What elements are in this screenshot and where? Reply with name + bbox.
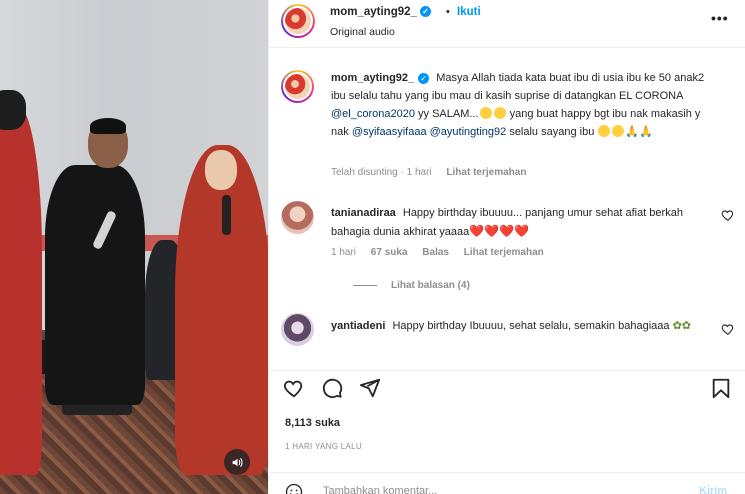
comment-icon[interactable]: [321, 377, 343, 399]
bookmark-icon[interactable]: [710, 377, 732, 399]
share-icon[interactable]: [359, 377, 381, 399]
author-username[interactable]: mom_ayting92_: [330, 6, 417, 18]
audio-link[interactable]: Original audio: [330, 26, 395, 38]
video-person-left: [0, 105, 42, 475]
comment-input[interactable]: Tambahkan komentar...: [323, 485, 437, 494]
caption-meta: Telah disunting · 1 hari Lihat terjemaha…: [331, 167, 538, 178]
more-icon[interactable]: •••: [711, 10, 729, 26]
pray-emoji-icon: 🙏: [639, 126, 653, 138]
view-replies-button[interactable]: Lihat balasan (4): [353, 280, 470, 291]
emoji-icon[interactable]: [285, 483, 303, 494]
hug-emoji-icon: [612, 125, 625, 137]
instagram-post-view: mom_ayting92_ ✓ • Ikuti Original audio ••…: [0, 0, 745, 494]
comment-meta: 1 hari 67 suka Balas Lihat terjemahan: [331, 247, 556, 258]
pray-emoji-icon: 🙏: [625, 126, 640, 138]
audio-toggle-button[interactable]: [224, 449, 250, 475]
comment-avatar[interactable]: [281, 201, 314, 234]
comment-username[interactable]: yantiadeni: [331, 320, 385, 332]
video-person-center-hair: [90, 118, 126, 134]
video-person-center: [45, 165, 145, 405]
smile-emoji-icon: [479, 107, 492, 119]
comment-likes[interactable]: 67 suka: [371, 247, 408, 258]
comment-translate-link[interactable]: Lihat terjemahan: [464, 247, 544, 258]
author-username-row[interactable]: mom_ayting92_ ✓: [330, 6, 431, 18]
separator-dot: •: [446, 6, 450, 18]
video-person-right-face: [205, 150, 237, 190]
caption-text: mom_ayting92_ ✓ Masya Allah tiada kata bu…: [331, 69, 714, 141]
mention-link[interactable]: @syifaasyifaaa: [352, 126, 427, 138]
video-microphone: [222, 195, 231, 235]
flower-emoji-icon: ✿✿: [672, 320, 691, 332]
verified-icon: ✓: [418, 72, 430, 84]
caption-body-4: selalu sayang ibu: [509, 126, 595, 138]
comment-avatar[interactable]: [281, 313, 314, 346]
comment-text: tanianadiraa Happy birthday ibuuuu... pa…: [331, 204, 714, 241]
heart-emoji-icon: ❤️❤️❤️❤️: [469, 224, 529, 238]
mention-link[interactable]: @el_corona2020: [331, 108, 415, 120]
follow-button[interactable]: Ikuti: [457, 6, 481, 18]
add-comment-bar: Tambahkan komentar... Kirim: [269, 472, 745, 494]
post-video[interactable]: [0, 0, 268, 494]
verified-icon: ✓: [419, 6, 431, 18]
likes-count[interactable]: 8,113 suka: [285, 417, 340, 429]
mention-link[interactable]: @ayutingting92: [430, 126, 507, 138]
author-avatar[interactable]: [281, 4, 315, 38]
caption-username[interactable]: mom_ayting92_: [331, 72, 414, 84]
post-comment-button[interactable]: Kirim: [699, 485, 727, 494]
replies-divider: [353, 284, 377, 286]
like-comment-icon[interactable]: [721, 322, 735, 336]
reply-button[interactable]: Balas: [422, 247, 449, 258]
comment-username[interactable]: tanianadiraa: [331, 207, 396, 219]
post-detail-panel: mom_ayting92_ ✓ • Ikuti Original audio ••…: [268, 0, 745, 494]
caption-edited-time: Telah disunting · 1 hari: [331, 167, 432, 178]
comment-text: yantiadeni Happy birthday Ibuuuu, sehat …: [331, 317, 714, 335]
post-header: mom_ayting92_ ✓ • Ikuti Original audio ••…: [269, 0, 745, 48]
audio-icon: [232, 457, 243, 467]
video-person-right: [175, 145, 268, 475]
view-replies-label[interactable]: Lihat balasan (4): [391, 280, 470, 291]
smile-hearts-emoji-icon: [493, 107, 506, 119]
caption-translate-link[interactable]: Lihat terjemahan: [446, 167, 526, 178]
caption-body-2: yy SALAM...: [418, 108, 479, 120]
video-person-left-head: [0, 90, 26, 130]
smile-hearts-emoji-icon: [598, 125, 611, 137]
comments-list[interactable]: mom_ayting92_ ✓ Masya Allah tiada kata bu…: [269, 49, 745, 369]
heart-icon[interactable]: [283, 377, 305, 399]
comment-body: Happy birthday Ibuuuu, sehat selalu, sem…: [392, 320, 670, 332]
like-comment-icon[interactable]: [721, 208, 735, 222]
post-time: 1 HARI YANG LALU: [285, 442, 362, 451]
caption-avatar[interactable]: [281, 70, 314, 103]
comment-time: 1 hari: [331, 247, 357, 258]
post-actions: 8,113 suka 1 HARI YANG LALU Tambahkan ko…: [269, 370, 745, 494]
